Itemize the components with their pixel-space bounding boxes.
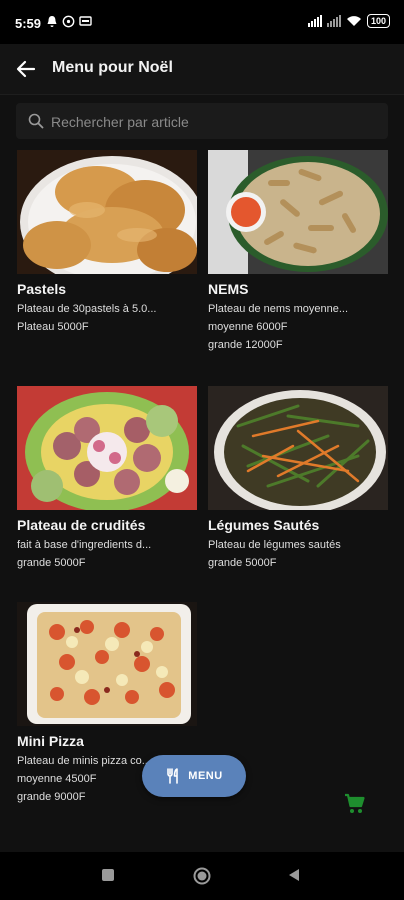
item-name: Mini Pizza: [17, 733, 84, 749]
arrow-back-icon: [16, 60, 36, 78]
item-price: Plateau 5000F: [17, 321, 89, 333]
app-bar: Menu pour Noël: [0, 44, 404, 95]
item-price: grande 5000F: [208, 557, 277, 569]
search-icon: [28, 113, 44, 129]
item-name: Pastels: [17, 281, 67, 297]
page-title: Menu pour Noël: [52, 59, 173, 76]
item-photo: [208, 150, 388, 274]
cart-button[interactable]: [343, 792, 367, 816]
system-nav-bar: [0, 852, 404, 900]
status-bar: 5:59 100: [0, 0, 404, 44]
notification-icons: [46, 15, 92, 28]
item-price: moyenne 6000F: [208, 321, 288, 333]
item-description: Plateau de nems moyenne...: [208, 303, 349, 315]
item-price: grande 5000F: [17, 557, 86, 569]
menu-item-card[interactable]: Plateau de crudités fait à base d'ingred…: [17, 386, 197, 569]
home-button[interactable]: [193, 867, 211, 890]
signal-2-icon: [326, 15, 341, 27]
item-description: Plateau de légumes sautés: [208, 539, 341, 551]
battery-icon: 100: [366, 14, 390, 28]
search-input[interactable]: [49, 103, 373, 141]
wifi-icon: [346, 16, 361, 26]
back-button[interactable]: [14, 57, 38, 81]
triangle-back-icon: [289, 869, 299, 881]
menu-button-label: MENU: [188, 770, 223, 782]
message-icon: [79, 16, 92, 26]
menu-item-card[interactable]: NEMS Plateau de nems moyenne... moyenne …: [208, 150, 388, 351]
recents-button[interactable]: [101, 868, 115, 887]
fork-knife-icon: [167, 768, 179, 784]
search-bar[interactable]: [16, 103, 388, 141]
whatsapp-icon: [62, 15, 75, 28]
item-photo: [17, 602, 197, 726]
status-time: 5:59: [15, 16, 42, 31]
menu-button[interactable]: MENU: [142, 755, 246, 797]
item-photo: [17, 150, 197, 274]
item-name: NEMS: [208, 281, 249, 297]
back-nav-button[interactable]: [287, 868, 301, 887]
bell-icon: [47, 16, 57, 27]
item-photo: [17, 386, 197, 510]
signal-icon: [307, 15, 322, 27]
item-name: Légumes Sautés: [208, 517, 320, 533]
item-photo: [208, 386, 388, 510]
item-description: Plateau de 30pastels à 5.0...: [17, 303, 157, 315]
circle-icon: [193, 867, 211, 885]
menu-item-card[interactable]: Pastels Plateau de 30pastels à 5.0... Pl…: [17, 150, 197, 333]
item-name: Plateau de crudités: [17, 517, 146, 533]
menu-item-card[interactable]: Légumes Sautés Plateau de légumes sautés…: [208, 386, 388, 569]
item-description: fait à base d'ingredients d...: [17, 539, 152, 551]
item-price: grande 12000F: [208, 339, 283, 351]
square-icon: [102, 869, 114, 881]
cart-icon: [345, 793, 365, 813]
